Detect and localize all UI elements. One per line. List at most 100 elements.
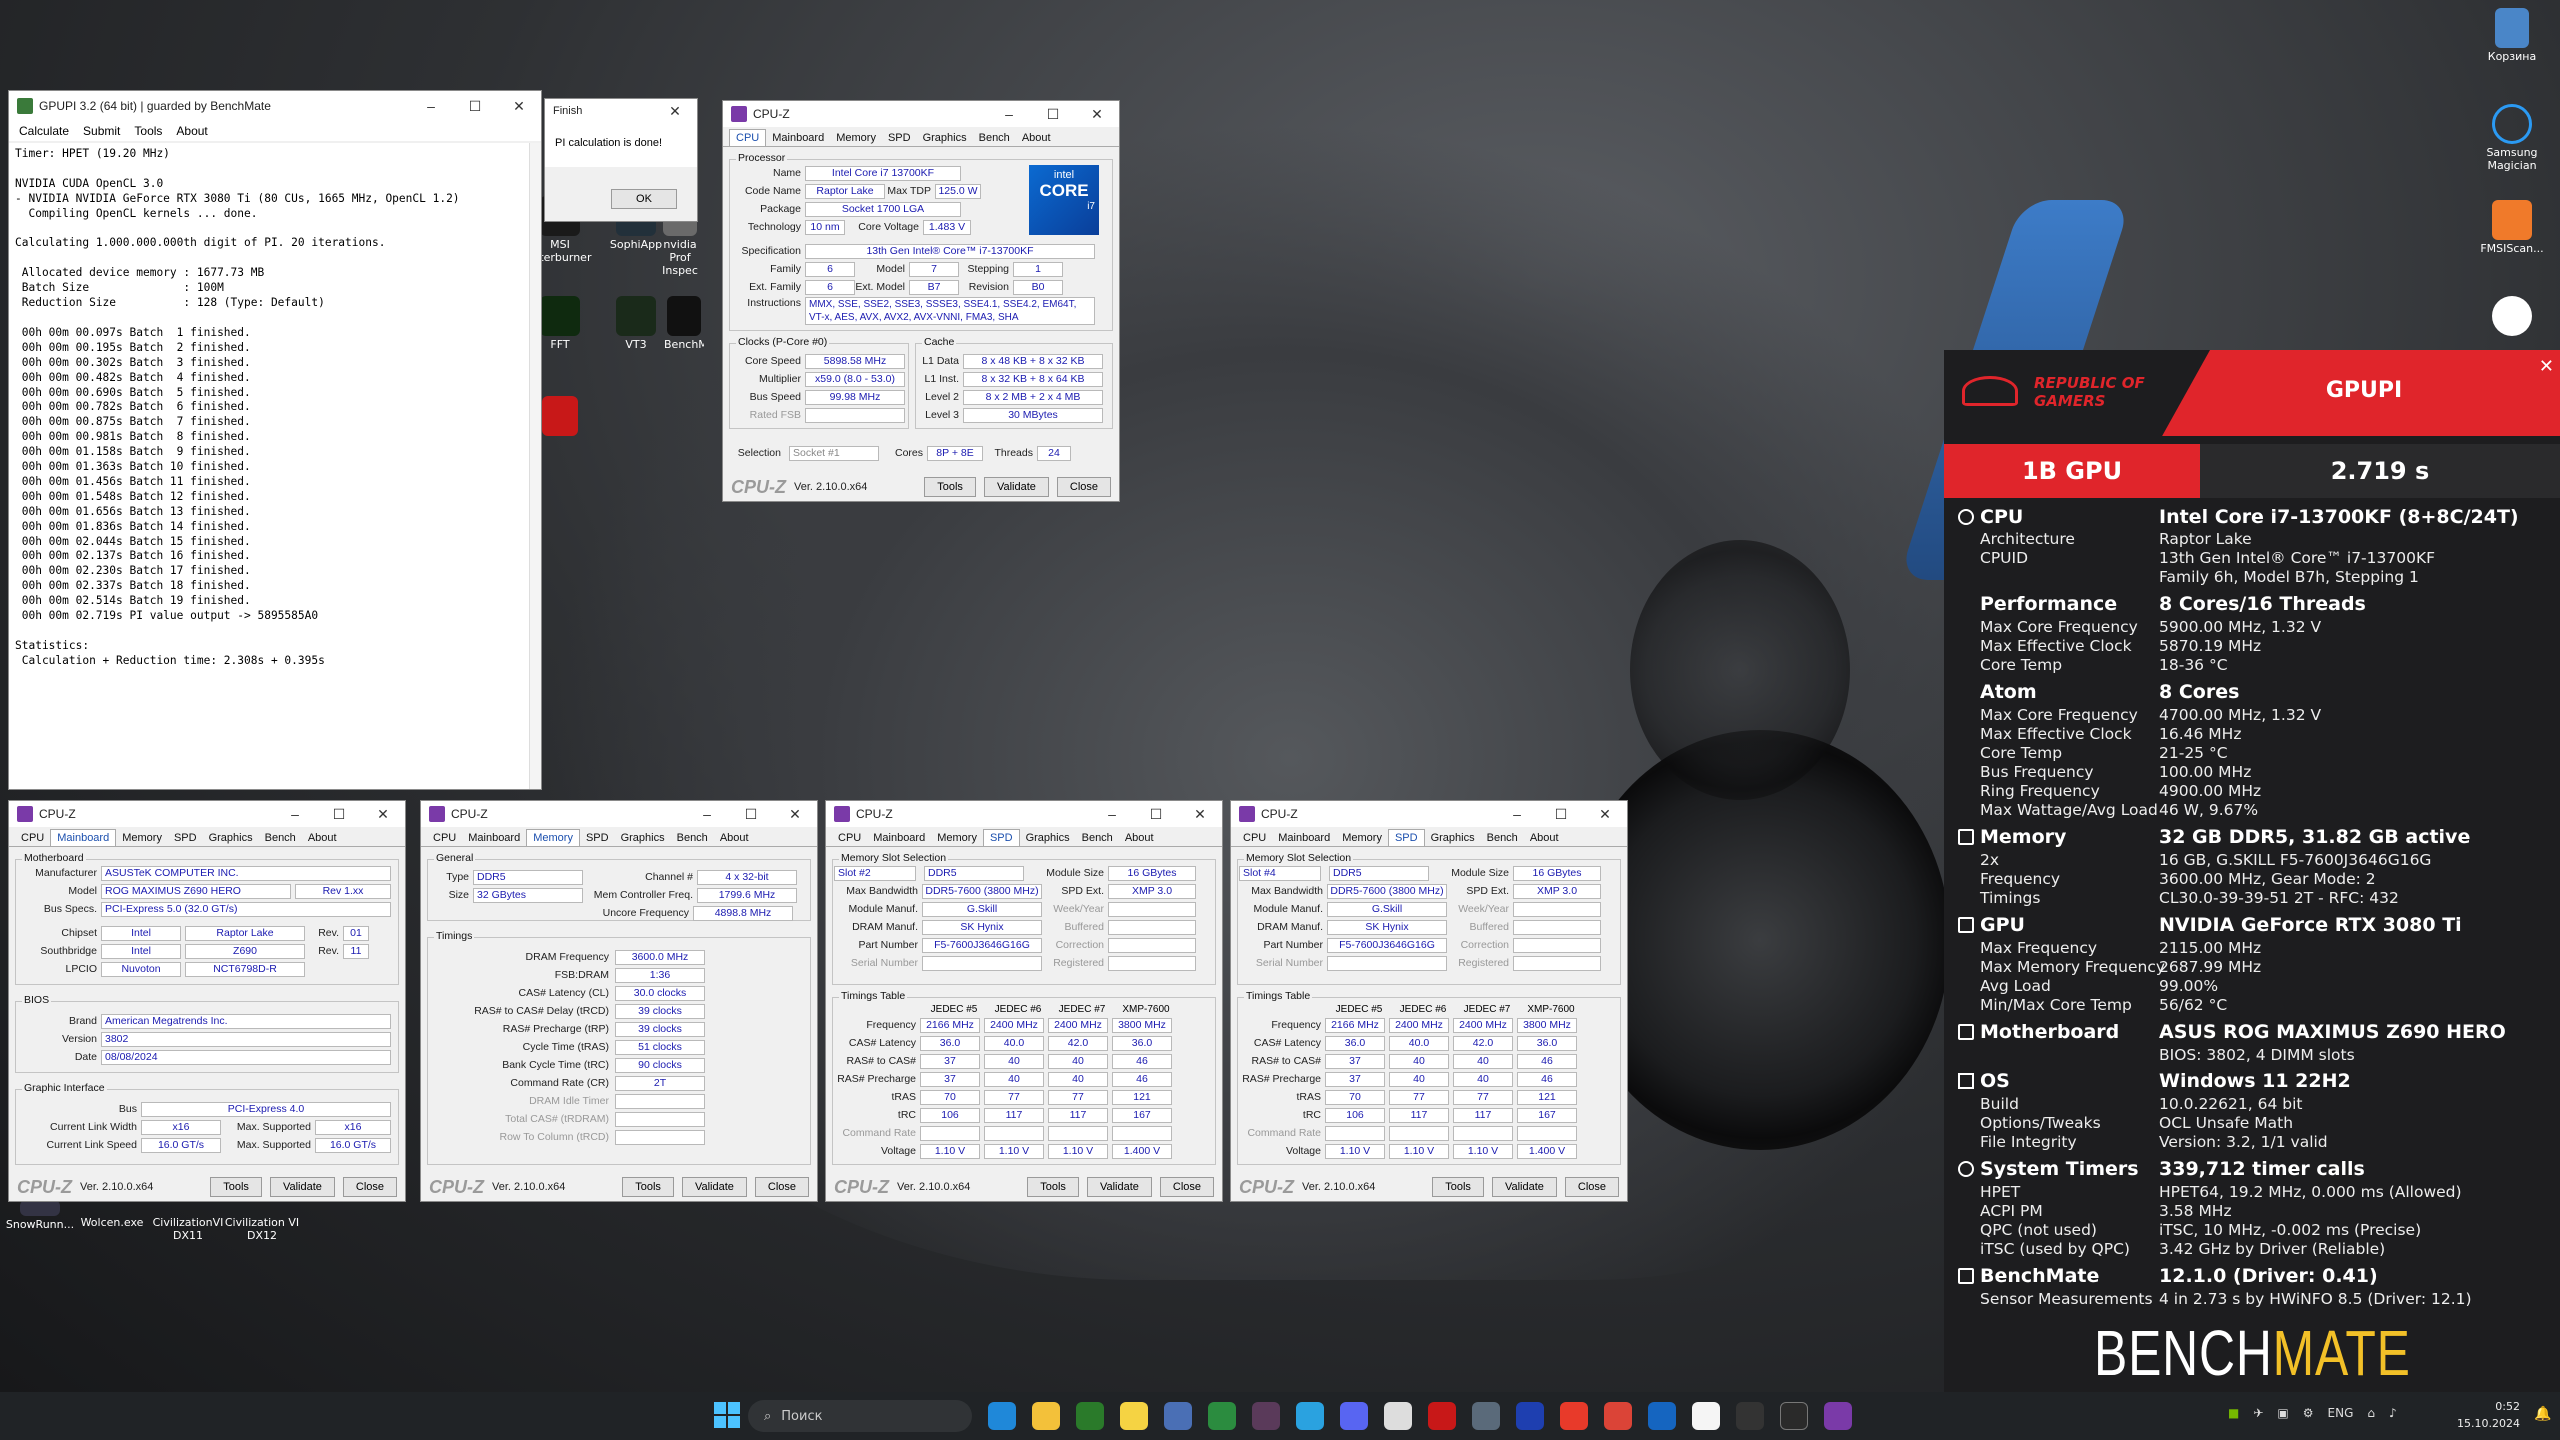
- tab-about[interactable]: About: [1119, 830, 1160, 846]
- menu-calculate[interactable]: Calculate: [19, 124, 69, 138]
- tab-mainboard[interactable]: Mainboard: [50, 829, 117, 846]
- cpuz-spd-slot4-window[interactable]: CPU-Z – ☐ ✕ CPU Mainboard Memory SPD Graphics Ben…: [1230, 800, 1628, 1202]
- cpuz-mainboard-window[interactable]: CPU-Z – ☐ ✕ CPU Mainboard Memory SPD Graphics Be…: [8, 800, 406, 1202]
- tab-memory[interactable]: Memory: [1336, 830, 1388, 846]
- slot-select[interactable]: Slot #2: [834, 865, 916, 881]
- tab-spd[interactable]: SPD: [580, 830, 615, 846]
- app-icon-16[interactable]: [1648, 1402, 1676, 1430]
- desktop-icon-civ11[interactable]: CivilizationVI DX11: [148, 1216, 228, 1242]
- start-button[interactable]: [714, 1402, 742, 1430]
- close-icon[interactable]: ✕: [497, 98, 541, 115]
- edge-icon[interactable]: [988, 1402, 1016, 1430]
- socket-select[interactable]: Socket #1: [789, 445, 879, 461]
- tools-button[interactable]: Tools: [1027, 1177, 1079, 1197]
- minimize-icon[interactable]: –: [685, 806, 729, 823]
- network-icon[interactable]: ⌂: [2367, 1406, 2375, 1420]
- cpuz-cpu-window[interactable]: CPU-Z – ☐ ✕ CPU Mainboard Memory SPD Graphics Be…: [722, 100, 1120, 502]
- tab-mainboard[interactable]: Mainboard: [766, 130, 830, 146]
- tab-cpu[interactable]: CPU: [832, 830, 867, 846]
- menu-about[interactable]: About: [176, 124, 207, 138]
- validate-button[interactable]: Validate: [681, 1177, 747, 1197]
- cpuz-taskbar-icon[interactable]: [1824, 1402, 1852, 1430]
- gpupi-taskbar-icon[interactable]: [1780, 1402, 1808, 1430]
- benchmate-taskbar-icon[interactable]: [1736, 1402, 1764, 1430]
- language-indicator[interactable]: ENG: [2328, 1406, 2354, 1420]
- app-icon-6[interactable]: [1208, 1402, 1236, 1430]
- desktop-icon-snowrunner[interactable]: SnowRunn...: [0, 1200, 80, 1231]
- minimize-icon[interactable]: –: [1495, 806, 1539, 823]
- menu-submit[interactable]: Submit: [83, 124, 120, 138]
- app-icon-10[interactable]: [1384, 1402, 1412, 1430]
- app-icon-5[interactable]: [1164, 1402, 1192, 1430]
- minimize-icon[interactable]: –: [1090, 806, 1134, 823]
- tab-about[interactable]: About: [302, 830, 343, 846]
- validate-button[interactable]: Validate: [1491, 1177, 1557, 1197]
- maximize-icon[interactable]: ☐: [317, 806, 361, 823]
- app-icon-13[interactable]: [1516, 1402, 1544, 1430]
- tab-bench[interactable]: Bench: [671, 830, 714, 846]
- tab-bench[interactable]: Bench: [1076, 830, 1119, 846]
- minimize-icon[interactable]: –: [273, 806, 317, 823]
- notification-icon[interactable]: 🔔: [2534, 1406, 2551, 1422]
- yandex-icon[interactable]: [1560, 1402, 1588, 1430]
- taskbar-search[interactable]: ⌕ Поиск: [748, 1400, 972, 1432]
- desktop-icon-wolcen[interactable]: Wolcen.exe: [72, 1216, 152, 1229]
- desktop-icon-benchmate[interactable]: BenchM...: [664, 296, 704, 351]
- tab-bench[interactable]: Bench: [259, 830, 302, 846]
- app-icon-11[interactable]: [1428, 1402, 1456, 1430]
- tab-mainboard[interactable]: Mainboard: [462, 830, 526, 846]
- chrome-icon[interactable]: [1604, 1402, 1632, 1430]
- maximize-icon[interactable]: ☐: [1031, 106, 1075, 123]
- desktop-icon-recycle[interactable]: Корзина: [2472, 8, 2552, 63]
- minimize-icon[interactable]: –: [409, 98, 453, 115]
- tab-cpu[interactable]: CPU: [15, 830, 50, 846]
- close-icon[interactable]: ✕: [1178, 806, 1222, 823]
- volume-icon[interactable]: ♪: [2389, 1406, 2397, 1420]
- cpuz-spd-slot2-window[interactable]: CPU-Z – ☐ ✕ CPU Mainboard Memory SPD Graphics Ben…: [825, 800, 1223, 1202]
- tab-mainboard[interactable]: Mainboard: [1272, 830, 1336, 846]
- slot-select[interactable]: Slot #4: [1239, 865, 1321, 881]
- tab-graphics[interactable]: Graphics: [1425, 830, 1481, 846]
- xbox-icon[interactable]: [1076, 1402, 1104, 1430]
- desktop-icon-red[interactable]: [540, 396, 580, 438]
- tab-mainboard[interactable]: Mainboard: [867, 830, 931, 846]
- tray-icon-4[interactable]: ⚙: [2303, 1406, 2314, 1420]
- tab-spd[interactable]: SPD: [168, 830, 203, 846]
- tab-graphics[interactable]: Graphics: [1020, 830, 1076, 846]
- desktop-icon-fmsi[interactable]: FMSIScan...: [2472, 200, 2552, 255]
- finish-dialog[interactable]: Finish ✕ PI calculation is done! OK: [544, 98, 698, 222]
- validate-button[interactable]: Validate: [269, 1177, 335, 1197]
- maximize-icon[interactable]: ☐: [1134, 806, 1178, 823]
- close-button[interactable]: Close: [342, 1177, 397, 1197]
- tools-button[interactable]: Tools: [924, 477, 976, 497]
- tab-spd[interactable]: SPD: [882, 130, 917, 146]
- discord-icon[interactable]: [1340, 1402, 1368, 1430]
- tools-button[interactable]: Tools: [1432, 1177, 1484, 1197]
- close-icon[interactable]: ✕: [361, 806, 405, 823]
- close-button[interactable]: Close: [1564, 1177, 1619, 1197]
- validate-button[interactable]: Validate: [983, 477, 1049, 497]
- tab-graphics[interactable]: Graphics: [917, 130, 973, 146]
- tools-button[interactable]: Tools: [622, 1177, 674, 1197]
- telegram-icon[interactable]: [1296, 1402, 1324, 1430]
- minimize-icon[interactable]: –: [987, 106, 1031, 123]
- tab-bench[interactable]: Bench: [1481, 830, 1524, 846]
- tab-cpu[interactable]: CPU: [729, 129, 767, 146]
- close-icon[interactable]: ✕: [773, 806, 817, 823]
- notes-icon[interactable]: [1120, 1402, 1148, 1430]
- validate-button[interactable]: Validate: [1086, 1177, 1152, 1197]
- tools-button[interactable]: Tools: [210, 1177, 262, 1197]
- tab-memory[interactable]: Memory: [931, 830, 983, 846]
- tab-memory[interactable]: Memory: [526, 829, 580, 846]
- tray-icon-2[interactable]: ✈: [2253, 1406, 2263, 1420]
- tray-icon-3[interactable]: ▣: [2277, 1406, 2288, 1420]
- tab-about[interactable]: About: [714, 830, 755, 846]
- tab-about[interactable]: About: [1524, 830, 1565, 846]
- ok-button[interactable]: OK: [611, 189, 677, 209]
- gpupi-titlebar[interactable]: GPUPI 3.2 (64 bit) | guarded by BenchMat…: [9, 91, 541, 121]
- app-icon-7[interactable]: [1252, 1402, 1280, 1430]
- maximize-icon[interactable]: ☐: [453, 98, 497, 115]
- maximize-icon[interactable]: ☐: [729, 806, 773, 823]
- clock[interactable]: 0:52 15.10.2024: [2450, 1398, 2520, 1432]
- close-icon[interactable]: ✕: [1075, 106, 1119, 123]
